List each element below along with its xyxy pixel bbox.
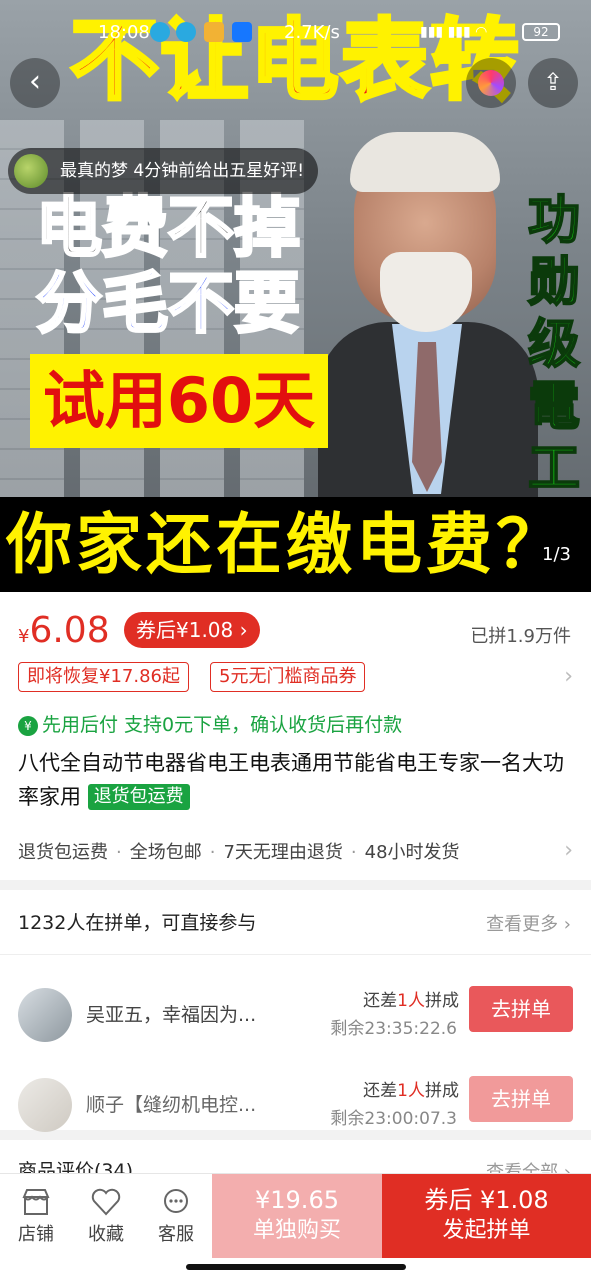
join-group-button[interactable]: 去拼单 [469,1076,573,1122]
group-heading: 1232人在拼单，可直接参与 [18,912,257,934]
hero-line-3: 试用60天 [30,354,328,448]
alipay-icon [232,22,252,42]
buy-alone-button[interactable]: ¥19.65 单独购买 [212,1174,382,1258]
telegram-icon [176,22,196,42]
hero-bottom-banner: 你家还在缴电费？ [0,497,591,592]
share-icon: ⇪ [542,68,564,96]
group-row: 吴亚五，幸福因为... 还差1人拼成 剩余23:35:22.6 去拼单 [0,980,591,1060]
chevron-right-icon[interactable]: › [564,838,573,863]
price-value: 6.08 [29,610,110,651]
shop-label: 店铺 [18,1224,54,1245]
sold-count: 已拼1.9万件 [470,626,571,647]
service-item: 48小时发货 [364,842,460,863]
group-lack: 还差1人拼成 [363,1076,459,1101]
avatar [18,988,72,1042]
divider [0,954,591,955]
solo-label: 单独购买 [252,1218,341,1243]
image-counter: 1/3 [542,544,571,565]
pay-later-icon: ¥ [18,715,38,736]
group-label: 发起拼单 [442,1218,531,1243]
favorite-button[interactable]: 收藏 [76,1188,136,1246]
telegram-icon [150,22,170,42]
favorite-label: 收藏 [88,1224,124,1245]
lack-prefix: 还差 [363,991,398,1011]
group-remaining-time: 剩余23:35:22.6 [330,1019,457,1039]
hero-line-2: 分毛不要 [35,264,302,343]
coupon-tag[interactable]: 5元无门槛商品券 [210,662,366,692]
shop-icon [22,1189,50,1215]
group-price: 券后 ¥1.08 [424,1186,549,1214]
brand-logo-icon [478,70,504,96]
app-logo-button[interactable] [466,58,516,108]
battery-icon: 92 [522,23,560,41]
signal-icon: ▮▮▮ ▮▮▮ ◠ [420,24,488,40]
hero-line-1: 电费不掉 [35,188,302,267]
lack-count: 1人 [397,1081,425,1101]
free-return-badge: 退货包运费 [87,784,190,810]
lack-count: 1人 [397,991,425,1011]
group-remaining-time: 剩余23:00:07.3 [330,1109,457,1129]
chevron-left-icon: ‹ [29,64,41,99]
group-user-name: 吴亚五，幸福因为... [86,1004,257,1026]
service-guarantees[interactable]: 退货包运费 · 全场包邮 · 7天无理由退货 · 48小时发货 [18,838,460,864]
service-item: 全场包邮 [129,842,202,863]
start-group-buy-button[interactable]: 券后 ¥1.08 发起拼单 [382,1174,591,1258]
recent-review-toast: 最真的梦 4分钟前给出五星好评! [8,148,319,194]
network-speed: 2.7K/s [284,22,340,43]
customer-service-button[interactable]: 客服 [146,1188,206,1246]
price: ¥6.08 [18,610,110,651]
pay-later-banner[interactable]: ¥ 先用后付 支持0元下单，确认收货后再付款 [18,710,402,737]
group-lack: 还差1人拼成 [363,986,459,1011]
solo-price: ¥19.65 [255,1186,339,1214]
coupon-price-label: 券后¥1.08 [136,618,234,642]
notes-icon [204,22,224,42]
lack-suffix: 拼成 [425,1081,459,1101]
status-bar: 18:08 2.7K/s ▮▮▮ ▮▮▮ ◠ 92 [0,18,591,46]
recent-review-text: 最真的梦 4分钟前给出五星好评! [60,161,305,181]
price-currency: ¥ [18,626,30,647]
avatar [14,154,48,188]
lack-suffix: 拼成 [425,991,459,1011]
group-more-label: 查看更多 [486,914,559,935]
group-buy-section: 1232人在拼单，可直接参与 查看更多 › 吴亚五，幸福因为... 还差1人拼成… [0,890,591,1132]
share-button[interactable]: ⇪ [528,58,578,108]
group-user-name: 顺子【缝纫机电控... [86,1094,257,1116]
join-group-button[interactable]: 去拼单 [469,986,573,1032]
service-item: 退货包运费 [18,842,108,863]
hero-side-text: 功勋级電工 [527,190,581,500]
product-title: 八代全自动节电器省电王电表通用节能省电王专家一名大功率家用 退货包运费 [18,746,578,814]
avatar [18,1078,72,1132]
lack-prefix: 还差 [363,1081,398,1101]
chevron-right-icon: › [233,618,248,642]
status-time: 18:08 [98,22,150,43]
service-item: 7天无理由退货 [223,842,343,863]
chevron-right-icon[interactable]: › [564,664,573,689]
back-button[interactable]: ‹ [10,58,60,108]
shop-button[interactable]: 店铺 [6,1188,66,1246]
home-indicator[interactable] [186,1264,406,1270]
product-info-section: ¥6.08 券后¥1.08 › 已拼1.9万件 即将恢复¥17.86起 5元无门… [0,592,591,880]
chat-icon [164,1189,188,1213]
coupon-price-button[interactable]: 券后¥1.08 › [124,612,260,648]
group-row: 顺子【缝纫机电控... 还差1人拼成 剩余23:00:07.3 去拼单 [0,1070,591,1150]
group-more-link[interactable]: 查看更多 › [486,910,571,936]
price-restore-tag: 即将恢复¥17.86起 [18,662,189,692]
elderly-man-photo [318,132,538,502]
pay-later-text: 先用后付 支持0元下单，确认收货后再付款 [42,714,403,736]
heart-icon [91,1188,121,1216]
customer-service-label: 客服 [158,1224,194,1245]
